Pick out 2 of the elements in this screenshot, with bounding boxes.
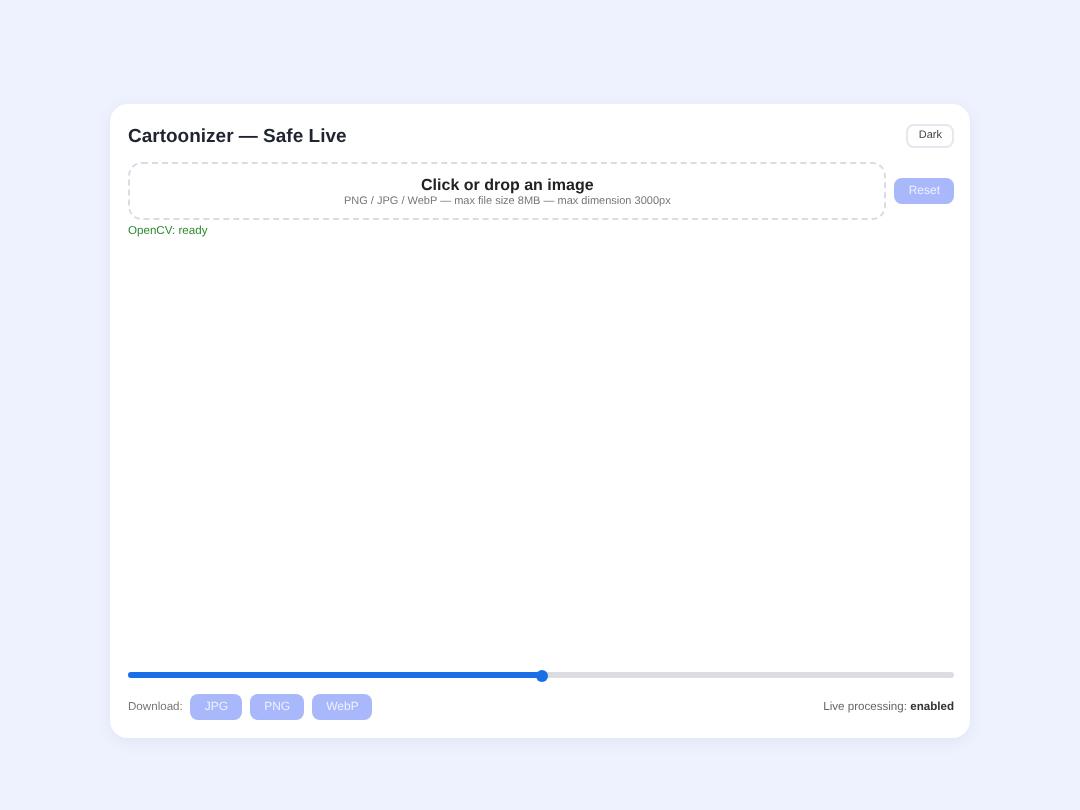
app-title: Cartoonizer — Safe Live <box>128 125 347 147</box>
drop-title: Click or drop an image <box>421 175 594 193</box>
